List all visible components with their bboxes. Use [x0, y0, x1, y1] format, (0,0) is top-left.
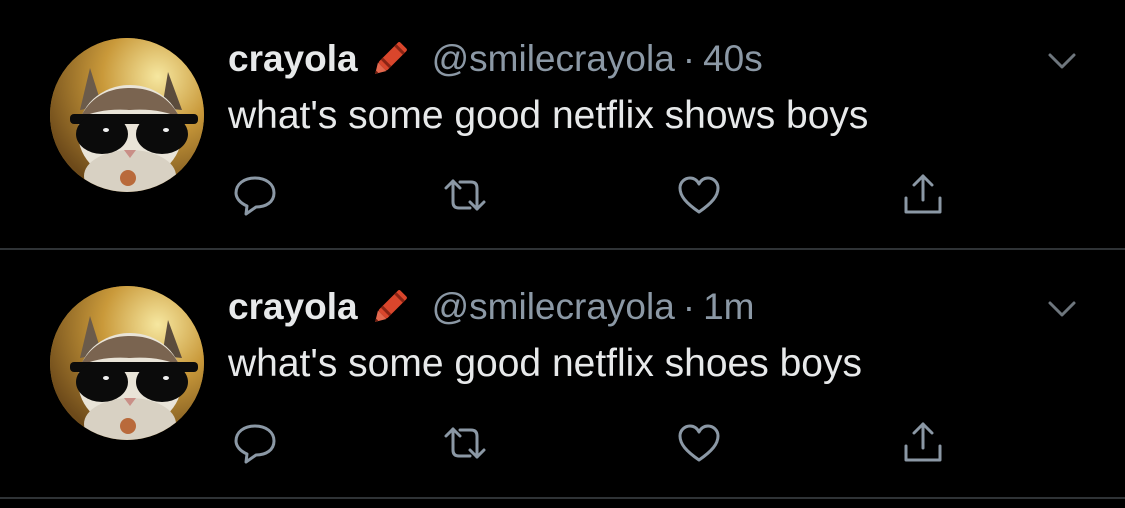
- crayon-icon: [370, 284, 410, 330]
- tweet-header: crayola @smilecrayola · 1m: [228, 284, 755, 330]
- tweet-text: what's some good netflix shows boys: [228, 94, 869, 137]
- like-icon[interactable]: [674, 418, 724, 468]
- chevron-down-icon[interactable]: [1042, 46, 1082, 76]
- tweet[interactable]: crayola @smilecrayola · 40s what's some …: [0, 0, 1125, 248]
- avatar[interactable]: [50, 38, 204, 192]
- display-name[interactable]: crayola: [228, 38, 358, 80]
- separator-dot: ·: [682, 286, 696, 327]
- handle[interactable]: @smilecrayola: [432, 38, 675, 80]
- timestamp[interactable]: 40s: [703, 38, 763, 80]
- reply-icon[interactable]: [230, 418, 280, 468]
- divider: [0, 497, 1125, 499]
- handle[interactable]: @smilecrayola: [432, 286, 675, 328]
- avatar[interactable]: [50, 286, 204, 440]
- display-name[interactable]: crayola: [228, 286, 358, 328]
- cat-with-sunglasses-image: [50, 286, 204, 440]
- retweet-icon[interactable]: [440, 170, 490, 220]
- tweet-actions: [228, 418, 968, 468]
- timestamp[interactable]: 1m: [703, 286, 754, 328]
- share-icon[interactable]: [898, 170, 948, 220]
- tweet[interactable]: crayola @smilecrayola · 1m what's some g…: [0, 248, 1125, 496]
- tweet-text: what's some good netflix shoes boys: [228, 342, 862, 385]
- like-icon[interactable]: [674, 170, 724, 220]
- tweet-header: crayola @smilecrayola · 40s: [228, 36, 763, 82]
- share-icon[interactable]: [898, 418, 948, 468]
- tweet-actions: [228, 170, 968, 220]
- reply-icon[interactable]: [230, 170, 280, 220]
- retweet-icon[interactable]: [440, 418, 490, 468]
- cat-with-sunglasses-image: [50, 38, 204, 192]
- chevron-down-icon[interactable]: [1042, 294, 1082, 324]
- crayon-icon: [370, 36, 410, 82]
- tweet-feed: crayola @smilecrayola · 40s what's some …: [0, 0, 1125, 508]
- separator-dot: ·: [682, 38, 696, 79]
